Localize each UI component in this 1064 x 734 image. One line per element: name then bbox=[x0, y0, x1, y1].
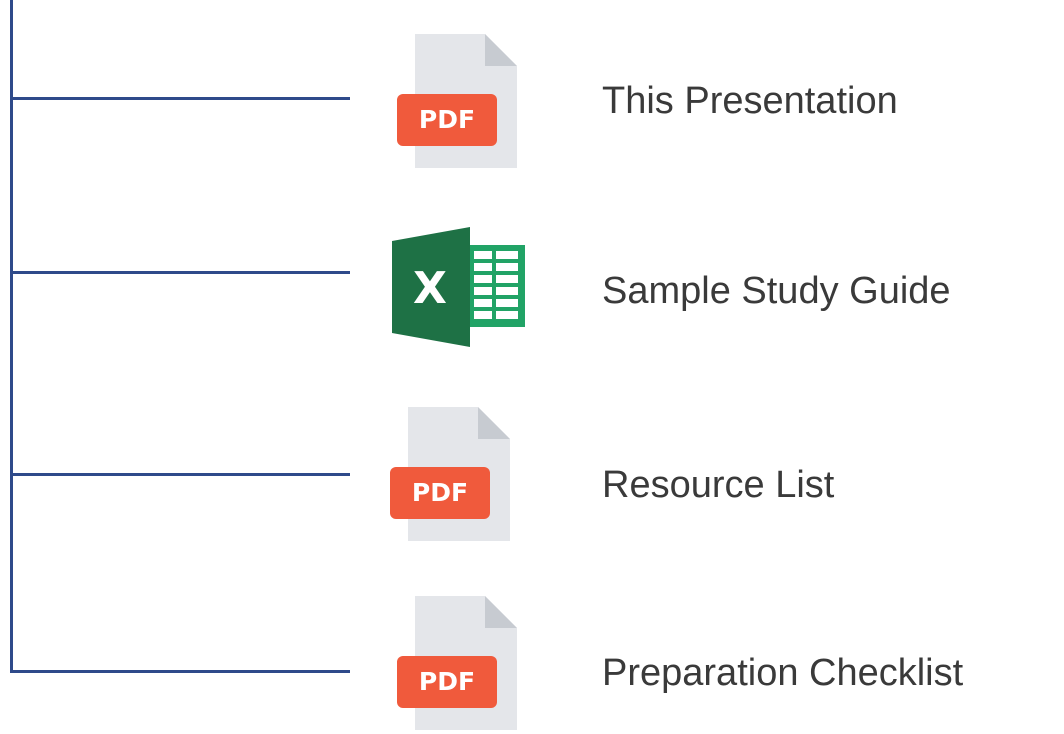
excel-badge-text: X bbox=[413, 263, 447, 314]
pdf-badge-text: PDF bbox=[419, 105, 475, 134]
file-label-this-presentation[interactable]: This Presentation bbox=[602, 78, 898, 124]
branch-line-2 bbox=[10, 271, 350, 274]
file-label-preparation-checklist[interactable]: Preparation Checklist bbox=[602, 650, 963, 696]
pdf-file-icon[interactable]: PDF bbox=[385, 594, 525, 734]
branch-line-4 bbox=[10, 670, 350, 673]
tree-trunk-line bbox=[10, 0, 13, 670]
file-label-sample-study-guide[interactable]: Sample Study Guide bbox=[602, 268, 951, 314]
excel-file-icon[interactable]: X bbox=[392, 223, 532, 363]
pdf-file-icon[interactable]: PDF bbox=[378, 405, 518, 545]
file-tree-diagram: PDF This Presentation X Sample Study Gui… bbox=[0, 0, 1064, 732]
pdf-file-icon[interactable]: PDF bbox=[385, 32, 525, 172]
file-label-resource-list[interactable]: Resource List bbox=[602, 462, 834, 508]
pdf-badge-text: PDF bbox=[412, 478, 468, 507]
branch-line-1 bbox=[10, 97, 350, 100]
branch-line-3 bbox=[10, 473, 350, 476]
pdf-badge-text: PDF bbox=[419, 667, 475, 696]
